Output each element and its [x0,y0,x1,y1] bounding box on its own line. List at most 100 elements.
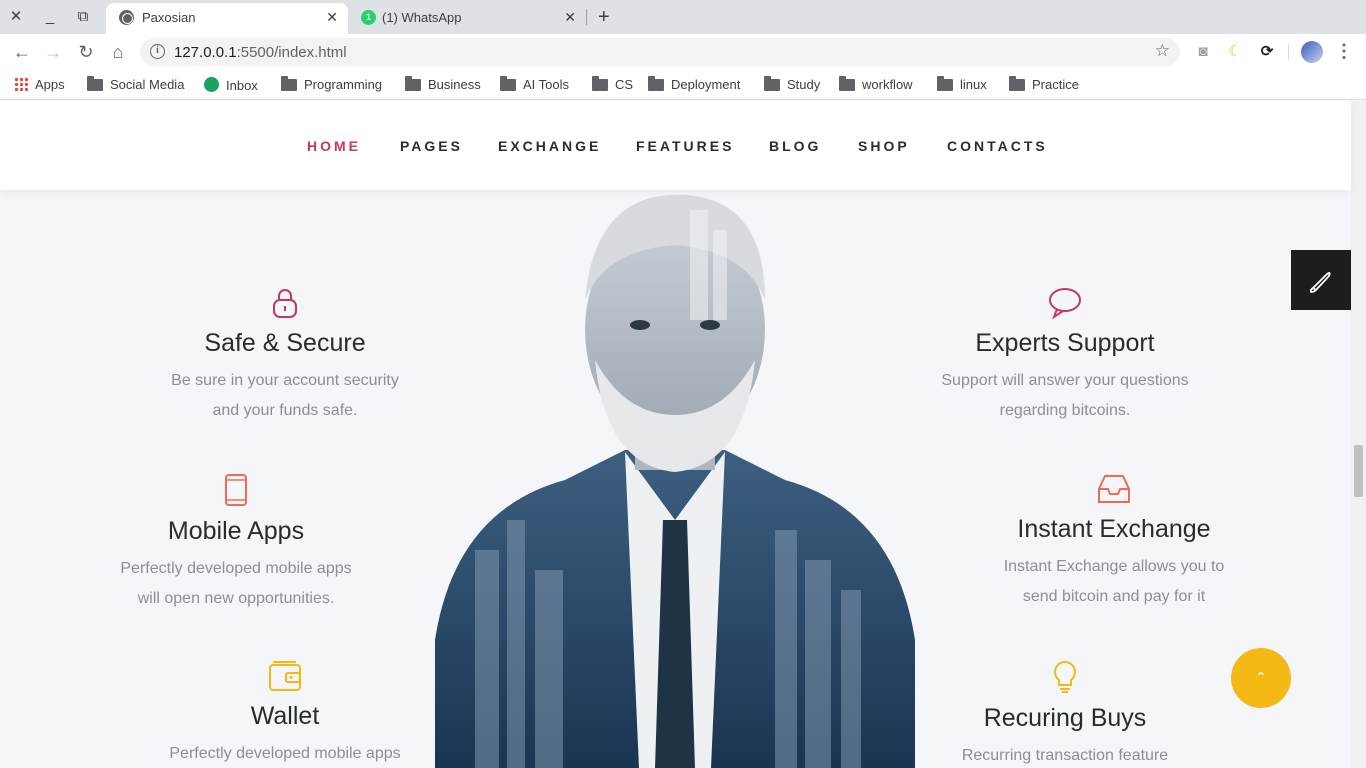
bookmark-label: Practice [1032,77,1079,92]
tab-strip: ✕ _ ⧉ Paxosian ✕ 1 (1) WhatsApp ✕ + [0,0,1366,34]
close-window-icon[interactable]: ✕ [6,7,26,27]
nav-shop[interactable]: SHOP [858,138,910,154]
folder-icon [937,76,953,91]
bookmark-social-media[interactable]: Social Media [87,76,185,93]
bookmark-label: workflow [862,77,913,92]
url-text[interactable]: 127.0.0.1:5500/index.html [174,44,347,61]
feature-title: Wallet [250,702,320,730]
scroll-to-top-button[interactable]: ⌃ [1231,648,1291,708]
inbox-tray-icon [1098,475,1130,503]
nav-blog[interactable]: BLOG [769,138,821,154]
page-viewport: HOME PAGES EXCHANGE FEATURES BLOG SHOP C… [0,101,1366,768]
wallet-icon [269,661,301,691]
moon-extension-icon[interactable]: ☾ [1225,42,1245,62]
globe-icon [119,10,134,25]
bookmark-cs[interactable]: CS [592,76,633,93]
camera-extension-icon[interactable]: ◙ [1193,42,1213,62]
lightbulb-icon [1054,660,1076,693]
feature-line: Be sure in your account security [171,372,399,389]
page-scrollbar[interactable] [1351,101,1366,768]
feature-line: Perfectly developed mobile apps [120,560,352,577]
menu-kebab-icon[interactable]: ⋮ [1335,41,1353,62]
style-switcher-button[interactable] [1291,250,1351,310]
nav-exchange[interactable]: EXCHANGE [498,138,601,154]
sync-extension-icon[interactable]: ⟳ [1257,42,1277,62]
inbox-icon [204,77,219,92]
scrollbar-thumb[interactable] [1354,445,1363,497]
feature-mobile-apps: Mobile Apps Perfectly developed mobile a… [96,473,376,614]
bookmark-label: Programming [304,77,383,92]
feature-description: Perfectly developed mobile apps [145,739,425,768]
bookmark-label: Inbox [226,78,258,93]
browser-toolbar: ← → ↻ ⌂ i 127.0.0.1:5500/index.html ☆ ◙ … [0,34,1366,70]
bookmark-star-icon[interactable]: ☆ [1155,41,1170,61]
home-icon[interactable]: ⌂ [107,41,129,63]
bookmark-ai-tools[interactable]: AI Tools [500,76,570,93]
feature-line: and your funds safe. [212,402,358,419]
close-tab-icon[interactable]: ✕ [564,9,576,26]
url-path: :5500/index.html [236,44,347,61]
feature-line: will open new opportunities. [137,590,335,607]
bookmark-workflow[interactable]: workflow [839,76,913,93]
address-bar[interactable]: i 127.0.0.1:5500/index.html ☆ [140,38,1180,66]
url-host: 127.0.0.1 [174,44,237,61]
feature-instant-exchange: Instant Exchange Instant Exchange allows… [974,473,1254,612]
chevron-up-icon: ⌃ [1255,669,1267,685]
site-info-icon[interactable]: i [150,44,165,59]
feature-recuring-buys: Recuring Buys Recurring transaction feat… [925,660,1205,768]
site-navigation: HOME PAGES EXCHANGE FEATURES BLOG SHOP C… [0,101,1351,190]
feature-line: Perfectly developed mobile apps [169,745,401,762]
close-tab-icon[interactable]: ✕ [326,9,338,26]
nav-features[interactable]: FEATURES [636,138,734,154]
apps-grid-icon [14,77,28,91]
bookmark-inbox[interactable]: Inbox [204,77,258,93]
nav-contacts[interactable]: CONTACTS [947,138,1048,154]
reload-icon[interactable]: ↻ [75,41,97,63]
profile-avatar[interactable] [1301,41,1323,63]
back-icon[interactable]: ← [11,41,33,63]
folder-icon [648,76,664,91]
nav-pages[interactable]: PAGES [400,138,463,154]
feature-title: Recuring Buys [983,704,1147,732]
feature-description: Be sure in your account security and you… [145,366,425,426]
feature-description: Recurring transaction feature [925,741,1205,768]
bookmark-business[interactable]: Business [405,76,481,93]
bookmark-label: AI Tools [523,77,570,92]
tab-whatsapp[interactable]: 1 (1) WhatsApp ✕ [348,3,586,34]
lock-icon [273,289,297,318]
minimize-icon[interactable]: _ [40,7,60,27]
toolbar-divider [1288,44,1289,60]
hero-businessman-image [435,194,915,768]
bookmark-label: Apps [35,77,65,92]
folder-icon [281,76,297,91]
feature-safe-secure: Safe & Secure Be sure in your account se… [145,287,425,426]
bookmark-deployment[interactable]: Deployment [648,76,740,93]
smartphone-icon [225,474,247,506]
bookmark-label: Social Media [110,77,185,92]
bookmark-study[interactable]: Study [764,76,820,93]
feature-description: Instant Exchange allows you to send bitc… [974,552,1254,612]
bookmark-linux[interactable]: linux [937,76,987,93]
new-tab-button[interactable]: + [598,7,610,27]
brush-icon [1309,271,1331,293]
whatsapp-icon: 1 [361,10,376,25]
folder-icon [500,76,516,91]
feature-wallet: Wallet Perfectly developed mobile apps [145,660,425,768]
bookmark-label: linux [960,77,987,92]
forward-icon[interactable]: → [42,41,64,63]
tab-paxosian[interactable]: Paxosian ✕ [106,3,348,34]
nav-home[interactable]: HOME [307,138,361,154]
bookmark-apps[interactable]: Apps [14,77,65,93]
folder-icon [764,76,780,91]
bookmark-programming[interactable]: Programming [281,76,383,93]
feature-title: Safe & Secure [204,329,366,357]
feature-line: send bitcoin and pay for it [1022,588,1206,605]
tab-divider [586,9,587,25]
restore-icon[interactable]: ⧉ [73,7,93,27]
feature-description: Perfectly developed mobile apps will ope… [96,554,376,614]
tab-title: (1) WhatsApp [382,10,462,25]
tab-title: Paxosian [142,10,196,25]
feature-line: Recurring transaction feature [961,747,1169,764]
bookmark-practice[interactable]: Practice [1009,76,1079,93]
folder-icon [1009,76,1025,91]
